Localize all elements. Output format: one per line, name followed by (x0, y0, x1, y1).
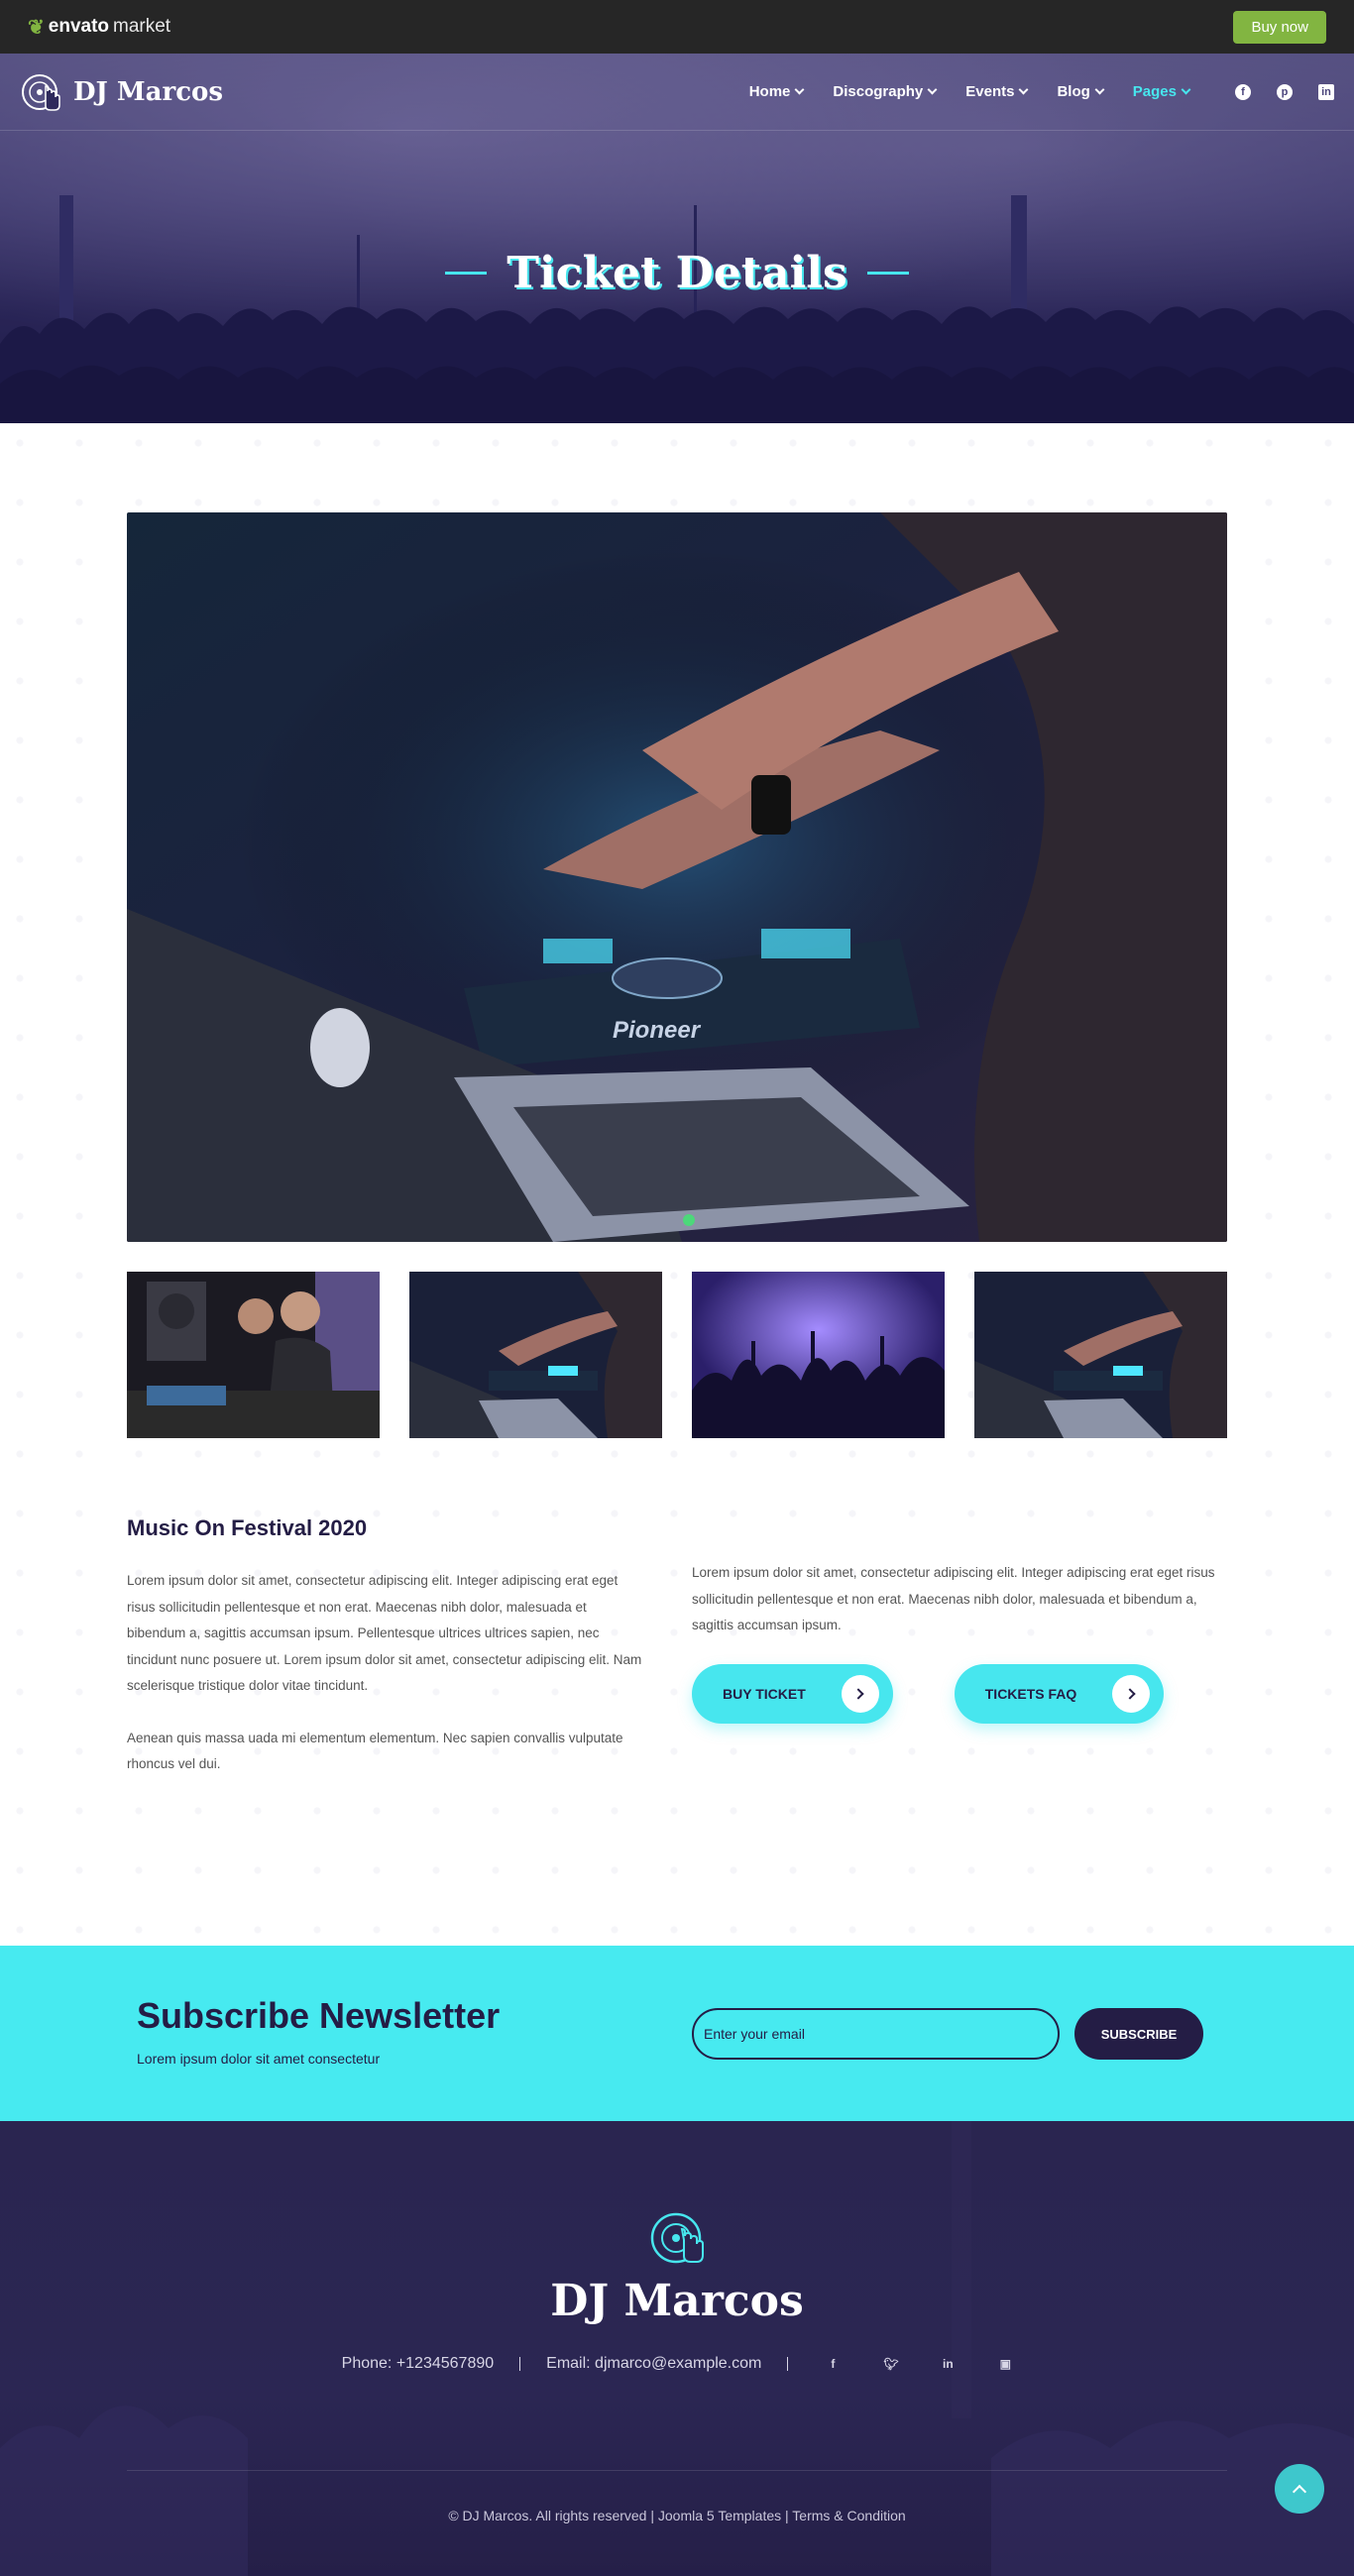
slider-dot-active[interactable] (683, 1214, 695, 1226)
buy-ticket-label: BUY TICKET (723, 1686, 806, 1702)
nav-menu: Home Discography Events Blog Pages f p i… (749, 83, 1334, 100)
tickets-faq-label: TICKETS FAQ (984, 1686, 1077, 1702)
footer-phone[interactable]: Phone: +1234567890 (342, 2355, 494, 2373)
buy-ticket-button[interactable]: BUY TICKET (692, 1664, 893, 1724)
envato-logo-word: envato (48, 16, 110, 37)
main-navbar: DJ Marcos Home Discography Events Blog P… (0, 54, 1354, 131)
facebook-icon[interactable]: f (826, 2357, 840, 2371)
thumbnail-dj-photo-1 (127, 1272, 380, 1438)
ticket-button-row: BUY TICKET TICKETS FAQ (692, 1664, 1165, 1724)
chevron-down-icon (927, 84, 938, 95)
newsletter-section: Subscribe Newsletter Lorem ipsum dolor s… (0, 1946, 1354, 2121)
event-paragraph-1: Lorem ipsum dolor sit amet, consectetur … (127, 1573, 642, 1693)
thumbnail-dj-photo-3 (974, 1272, 1227, 1438)
svg-text:Pioneer: Pioneer (613, 1017, 702, 1044)
chevron-up-icon (1292, 2484, 1307, 2499)
linkedin-icon[interactable]: in (941, 2357, 955, 2371)
footer-social-links: f 🐦︎ in ▣ (826, 2357, 1012, 2371)
twitter-icon[interactable]: 🐦︎ (883, 2357, 898, 2371)
thumbnail-4[interactable] (974, 1272, 1227, 1438)
chevron-down-icon (1181, 84, 1191, 95)
newsletter-title: Subscribe Newsletter (137, 1995, 501, 2036)
footer-brand-name: DJ Marcos (550, 2276, 804, 2326)
nav-blog-label: Blog (1057, 83, 1090, 100)
ticket-details-content: Pioneer Music On Festival 2020 Lorem ips… (0, 423, 1354, 1946)
vinyl-hand-icon (22, 73, 60, 111)
divider (519, 2357, 521, 2371)
nav-home[interactable]: Home (748, 83, 805, 100)
footer-vinyl-hand-icon (650, 2212, 704, 2264)
nav-discography-label: Discography (833, 83, 924, 100)
brand-name: DJ Marcos (73, 76, 224, 107)
nav-blog[interactable]: Blog (1057, 83, 1105, 100)
footer-email[interactable]: Email: djmarco@example.com (546, 2355, 761, 2373)
event-title: Music On Festival 2020 (127, 1515, 368, 1540)
chevron-right-icon (1112, 1675, 1151, 1713)
event-description-left: Lorem ipsum dolor sit amet, consectetur … (127, 1568, 647, 1778)
chevron-right-icon (841, 1675, 879, 1713)
event-paragraph-2: Aenean quis massa uada mi elementum elem… (127, 1730, 623, 1772)
divider (787, 2357, 789, 2371)
pinterest-icon[interactable]: p (1277, 83, 1293, 100)
site-footer: DJ Marcos Phone: +1234567890 Email: djma… (0, 2121, 1354, 2576)
nav-events-label: Events (965, 83, 1015, 100)
nav-discography[interactable]: Discography (833, 83, 938, 100)
hero-title-line-left (445, 272, 488, 275)
dj-mixer-photo: Pioneer (127, 512, 1227, 1242)
chevron-down-icon (794, 84, 805, 95)
subscribe-button[interactable]: SUBSCRIBE (1074, 2008, 1203, 2060)
nav-events[interactable]: Events (965, 83, 1029, 100)
footer-contact-row: Phone: +1234567890 Email: djmarco@exampl… (0, 2355, 1354, 2373)
buy-now-button[interactable]: Buy now (1233, 10, 1326, 44)
thumbnail-3[interactable] (692, 1272, 945, 1438)
copyright-text: © DJ Marcos. All rights reserved | Jooml… (448, 2508, 906, 2523)
nav-pages-label: Pages (1132, 83, 1177, 100)
thumbnail-2[interactable] (409, 1272, 662, 1438)
page-title: Ticket Details (507, 248, 847, 298)
header-social-links: f p in (1235, 83, 1334, 100)
newsletter-email-input[interactable] (692, 2008, 1060, 2060)
envato-market-bar: ❦ envato market Buy now (0, 0, 1354, 54)
envato-leaf-icon: ❦ (28, 16, 45, 39)
thumbnail-crowd-photo (692, 1272, 945, 1438)
hero-banner: DJ Marcos Home Discography Events Blog P… (0, 54, 1354, 423)
linkedin-icon[interactable]: in (1318, 83, 1334, 100)
main-event-image[interactable]: Pioneer (127, 512, 1227, 1242)
hero-title-wrap: Ticket Details (0, 248, 1354, 298)
envato-logo[interactable]: ❦ envato market (28, 15, 170, 40)
scroll-to-top-button[interactable] (1275, 2464, 1324, 2514)
facebook-icon[interactable]: f (1235, 83, 1251, 100)
thumbnail-dj-photo-2 (409, 1272, 662, 1438)
envato-logo-suffix: market (113, 16, 171, 37)
newsletter-subtitle: Lorem ipsum dolor sit amet consectetur (137, 2051, 381, 2067)
thumbnail-1[interactable] (127, 1272, 380, 1438)
chevron-down-icon (1019, 84, 1029, 95)
hero-title-line-right (866, 272, 909, 275)
brand-logo[interactable]: DJ Marcos (20, 70, 223, 114)
instagram-icon[interactable]: ▣ (998, 2357, 1012, 2371)
chevron-down-icon (1094, 84, 1105, 95)
tickets-faq-button[interactable]: TICKETS FAQ (954, 1664, 1165, 1724)
event-description-right: Lorem ipsum dolor sit amet, consectetur … (692, 1565, 1215, 1632)
nav-home-label: Home (748, 83, 791, 100)
image-thumbnails (127, 1272, 1227, 1438)
nav-pages[interactable]: Pages (1132, 83, 1191, 100)
footer-divider (127, 2470, 1227, 2471)
